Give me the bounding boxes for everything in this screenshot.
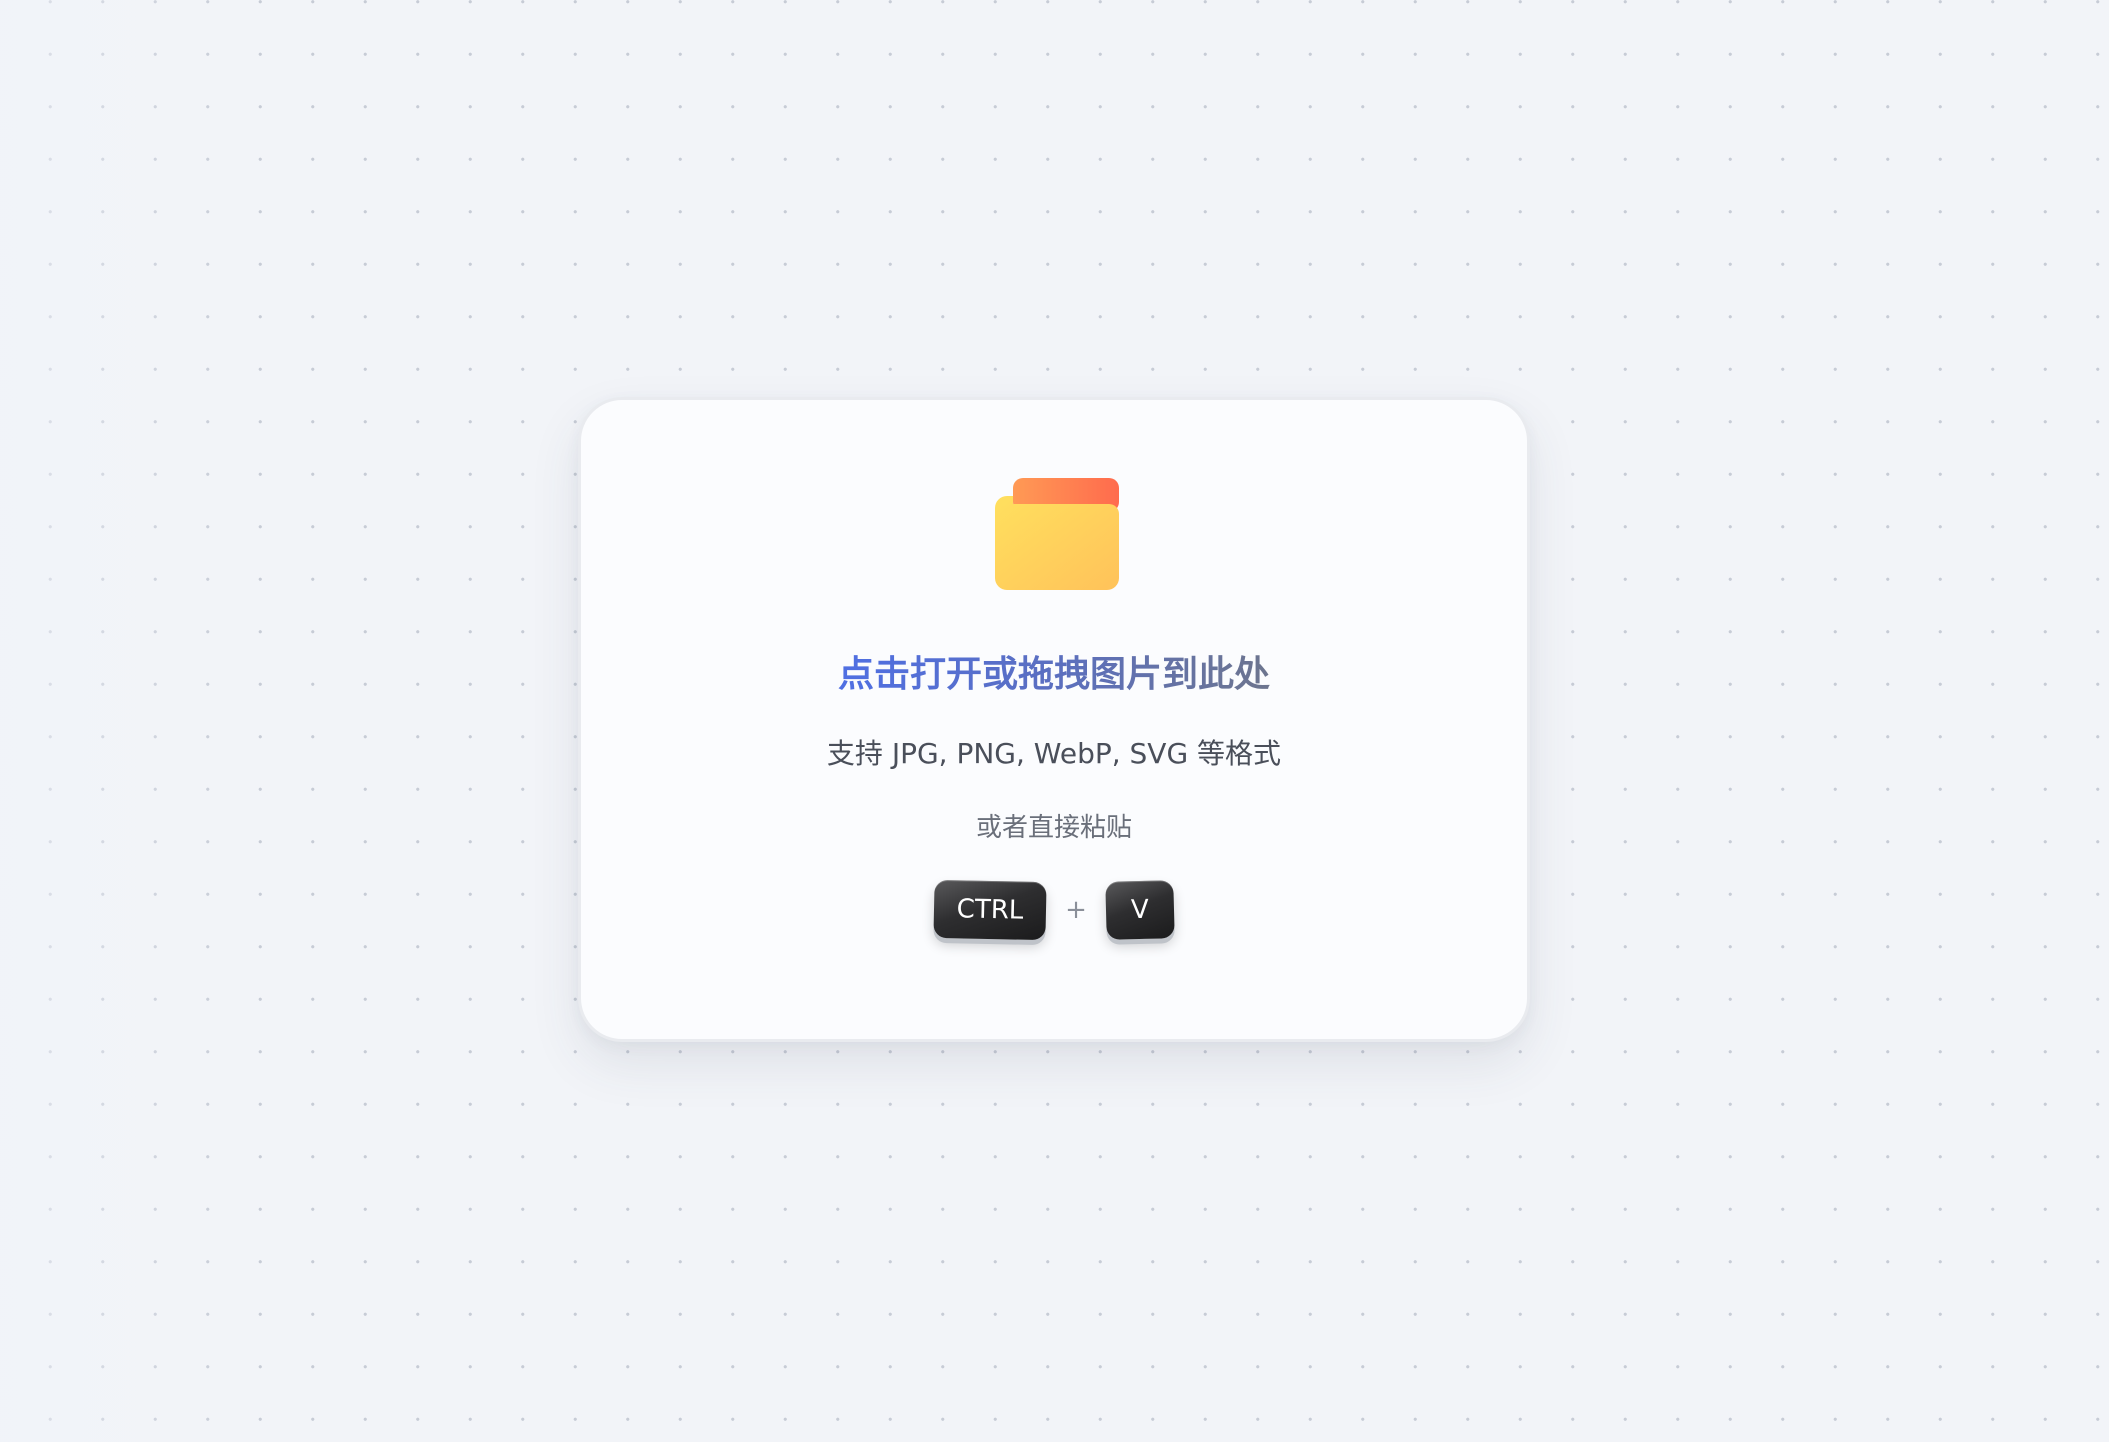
folder-icon xyxy=(995,478,1119,590)
paste-shortcut: CTRL + V xyxy=(581,878,1527,942)
ctrl-key: CTRL xyxy=(933,879,1047,941)
v-key: V xyxy=(1105,880,1175,940)
paste-hint-text: 或者直接粘贴 xyxy=(975,813,1132,843)
plus-sign: + xyxy=(1065,895,1087,925)
drop-zone-title: 点击打开或拖拽图片到此处 xyxy=(838,650,1270,700)
supported-formats-text: 支持 JPG, PNG, WebP, SVG 等格式 xyxy=(826,737,1282,770)
drop-zone-title-container: 点击打开或拖拽图片到此处 xyxy=(581,650,1527,700)
image-drop-zone[interactable]: 点击打开或拖拽图片到此处 支持 JPG, PNG, WebP, SVG 等格式 … xyxy=(578,397,1530,1042)
